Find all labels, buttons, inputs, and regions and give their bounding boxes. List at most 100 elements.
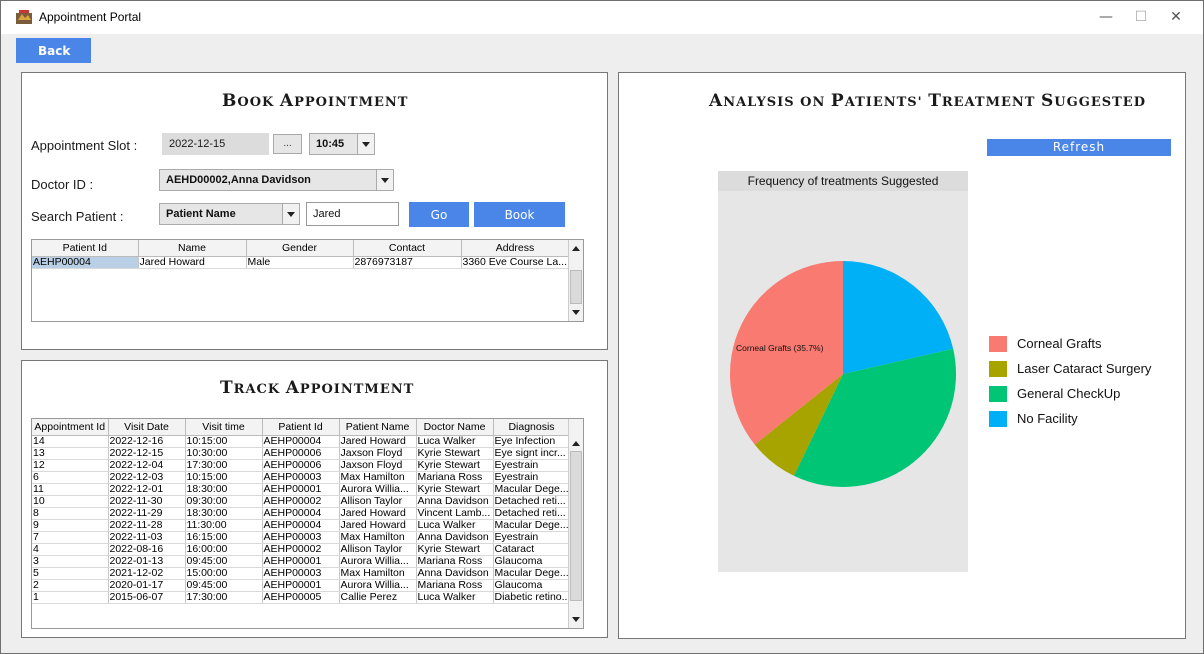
table-cell[interactable]: Kyrie Stewart — [416, 447, 494, 460]
table-cell[interactable]: AEHP00004 — [32, 256, 139, 269]
table-cell[interactable]: 10:15:00 — [185, 471, 263, 484]
table-cell[interactable]: AEHP00003 — [262, 567, 340, 580]
table-cell[interactable]: Eye Infection — [493, 435, 571, 448]
table-row[interactable]: 8 2022-11-29 18:30:00 AEHP00004 Jared Howard… — [32, 507, 571, 520]
appointments-table-scrollbar[interactable] — [568, 419, 583, 628]
table-cell[interactable]: 18:30:00 — [185, 483, 263, 496]
table-cell[interactable]: Detached reti... — [493, 507, 571, 520]
table-cell[interactable]: 2022-11-28 — [108, 519, 186, 532]
table-cell[interactable]: 2020-01-17 — [108, 579, 186, 592]
table-cell[interactable]: AEHP00006 — [262, 459, 340, 472]
book-button[interactable]: Book — [474, 202, 565, 227]
table-cell[interactable]: 2021-12-02 — [108, 567, 186, 580]
table-cell[interactable]: Eyestrain — [493, 459, 571, 472]
table-cell[interactable]: Jaxson Floyd — [339, 459, 417, 472]
table-cell[interactable]: AEHP00004 — [262, 507, 340, 520]
table-cell[interactable]: Vincent Lamb... — [416, 507, 494, 520]
table-cell[interactable]: 6 — [32, 471, 109, 484]
table-cell[interactable]: 15:00:00 — [185, 567, 263, 580]
table-cell[interactable]: Detached reti... — [493, 495, 571, 508]
table-row[interactable]: 3 2022-01-13 09:45:00 AEHP00001 Aurora Willi… — [32, 555, 571, 568]
table-row[interactable]: 13 2022-12-15 10:30:00 AEHP00006 Jaxson Floy… — [32, 447, 571, 460]
table-cell[interactable]: Anna Davidson — [416, 531, 494, 544]
table-cell[interactable]: 4 — [32, 543, 109, 556]
appt-header-0[interactable]: Appointment Id — [32, 419, 109, 436]
table-cell[interactable]: 18:30:00 — [185, 507, 263, 520]
table-cell[interactable]: AEHP00002 — [262, 495, 340, 508]
table-cell[interactable]: AEHP00004 — [262, 519, 340, 532]
table-cell[interactable]: Aurora Willia... — [339, 555, 417, 568]
table-cell[interactable]: 09:30:00 — [185, 495, 263, 508]
table-cell[interactable]: 2022-11-29 — [108, 507, 186, 520]
table-row[interactable]: 6 2022-12-03 10:15:00 AEHP00003 Max Hamilton… — [32, 471, 571, 484]
table-cell[interactable]: Macular Dege... — [493, 483, 571, 496]
scroll-down-icon[interactable] — [572, 617, 580, 622]
table-cell[interactable]: Allison Taylor — [339, 495, 417, 508]
table-cell[interactable]: 2 — [32, 579, 109, 592]
table-cell[interactable]: Kyrie Stewart — [416, 483, 494, 496]
table-cell[interactable]: 11:30:00 — [185, 519, 263, 532]
minimize-button[interactable]: — — [1094, 6, 1118, 28]
appt-header-5[interactable]: Doctor Name — [416, 419, 494, 436]
scroll-thumb[interactable] — [570, 451, 582, 601]
scroll-thumb[interactable] — [570, 270, 582, 304]
table-cell[interactable]: Glaucoma — [493, 555, 571, 568]
table-cell[interactable]: 2022-08-16 — [108, 543, 186, 556]
patient-table-scrollbar[interactable] — [568, 240, 583, 321]
table-cell[interactable]: 10 — [32, 495, 109, 508]
patient-header-3[interactable]: Contact — [353, 240, 462, 257]
table-cell[interactable]: 10:15:00 — [185, 435, 263, 448]
table-row[interactable]: 5 2021-12-02 15:00:00 AEHP00003 Max Hamilton… — [32, 567, 571, 580]
back-button[interactable]: Back — [16, 38, 91, 63]
table-cell[interactable]: AEHP00001 — [262, 483, 340, 496]
table-cell[interactable]: 16:00:00 — [185, 543, 263, 556]
table-cell[interactable]: Jared Howard — [138, 256, 247, 269]
appointments-table[interactable]: Appointment Id Visit Date Visit time Patien… — [31, 418, 584, 629]
scroll-up-icon[interactable] — [572, 246, 580, 251]
table-cell[interactable]: AEHP00003 — [262, 531, 340, 544]
table-cell[interactable]: Eye signt incr... — [493, 447, 571, 460]
search-by-dropdown[interactable]: Patient Name — [159, 203, 300, 225]
table-cell[interactable]: AEHP00005 — [262, 591, 340, 604]
slot-date-field[interactable]: 2022-12-15 — [162, 133, 269, 155]
table-cell[interactable]: 2022-12-04 — [108, 459, 186, 472]
table-cell[interactable]: Luca Walker — [416, 591, 494, 604]
table-cell[interactable]: Diabetic retino... — [493, 591, 571, 604]
table-cell[interactable]: 3360 Eve Course La... — [461, 256, 570, 269]
patient-search-table[interactable]: Patient Id Name Gender Contact Address AEHP0… — [31, 239, 584, 322]
table-row[interactable]: 11 2022-12-01 18:30:00 AEHP00001 Aurora Will… — [32, 483, 571, 496]
patient-header-2[interactable]: Gender — [246, 240, 354, 257]
table-row[interactable]: 2 2020-01-17 09:45:00 AEHP00001 Aurora Willi… — [32, 579, 571, 592]
doctor-dropdown[interactable]: AEHD00002,Anna Davidson — [159, 169, 394, 191]
table-cell[interactable]: Luca Walker — [416, 435, 494, 448]
table-cell[interactable]: 2876973187 — [353, 256, 462, 269]
appt-header-4[interactable]: Patient Name — [339, 419, 417, 436]
table-cell[interactable]: 2022-11-30 — [108, 495, 186, 508]
table-cell[interactable]: Macular Dege... — [493, 567, 571, 580]
table-cell[interactable]: Male — [246, 256, 354, 269]
table-cell[interactable]: 09:45:00 — [185, 579, 263, 592]
table-row[interactable]: 12 2022-12-04 17:30:00 AEHP00006 Jaxson Floy… — [32, 459, 571, 472]
table-cell[interactable]: Max Hamilton — [339, 567, 417, 580]
table-cell[interactable]: 8 — [32, 507, 109, 520]
go-button[interactable]: Go — [409, 202, 469, 227]
table-cell[interactable]: 2022-12-01 — [108, 483, 186, 496]
table-cell[interactable]: Max Hamilton — [339, 471, 417, 484]
table-row[interactable]: 10 2022-11-30 09:30:00 AEHP00002 Allison Tay… — [32, 495, 571, 508]
table-cell[interactable]: Glaucoma — [493, 579, 571, 592]
table-cell[interactable]: 17:30:00 — [185, 459, 263, 472]
table-cell[interactable]: 12 — [32, 459, 109, 472]
table-cell[interactable]: Max Hamilton — [339, 531, 417, 544]
table-cell[interactable]: Anna Davidson — [416, 495, 494, 508]
table-cell[interactable]: 5 — [32, 567, 109, 580]
scroll-down-icon[interactable] — [572, 310, 580, 315]
table-cell[interactable]: 1 — [32, 591, 109, 604]
patient-header-1[interactable]: Name — [138, 240, 247, 257]
table-cell[interactable]: 11 — [32, 483, 109, 496]
table-cell[interactable]: 2022-12-03 — [108, 471, 186, 484]
table-cell[interactable]: AEHP00001 — [262, 579, 340, 592]
appt-header-3[interactable]: Patient Id — [262, 419, 340, 436]
table-cell[interactable]: Kyrie Stewart — [416, 543, 494, 556]
table-cell[interactable]: Mariana Ross — [416, 555, 494, 568]
table-row[interactable]: AEHP00004 Jared Howard Male 2876973187 3360 … — [32, 256, 570, 269]
